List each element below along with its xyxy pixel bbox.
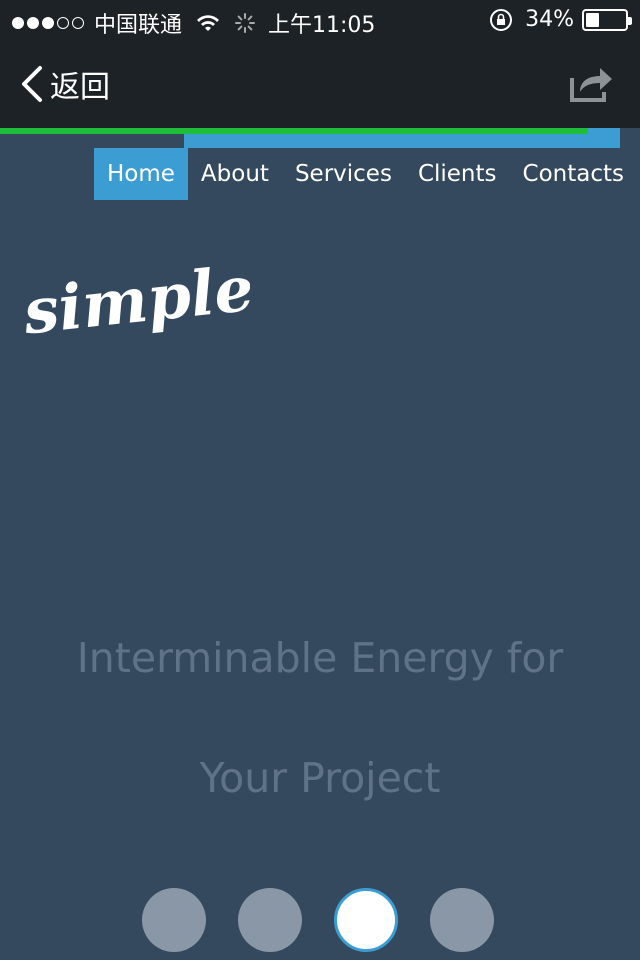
battery-icon (582, 8, 632, 31)
rotation-lock-icon (490, 8, 513, 31)
menu-item-home[interactable]: Home (94, 148, 188, 200)
slider-pagination (142, 888, 494, 952)
slider-dot[interactable] (334, 888, 398, 952)
hero-headline-line1: Interminable Energy for (76, 634, 564, 682)
hero-headline-line2: Your Project (199, 754, 441, 802)
chevron-left-icon (22, 66, 42, 102)
site-logo[interactable]: simplex (20, 256, 250, 356)
menu-item-clients[interactable]: Clients (405, 148, 510, 200)
signal-dot (42, 17, 54, 29)
signal-dot (57, 17, 69, 29)
menu-item-contacts[interactable]: Contacts (510, 148, 637, 200)
status-right: 34% (489, 7, 632, 32)
menu-item-about[interactable]: About (188, 148, 282, 200)
battery-percent: 34% (525, 7, 574, 32)
status-time: 上午11:05 (268, 13, 376, 38)
slider-dot[interactable] (238, 888, 302, 952)
header-accent-bar (184, 134, 620, 148)
share-icon[interactable] (568, 64, 614, 104)
browser-nav-bar: 返回 (0, 40, 640, 128)
battery-fill (586, 12, 599, 27)
signal-strength-icon (12, 17, 84, 29)
signal-dot (12, 17, 24, 29)
slider-dot[interactable] (142, 888, 206, 952)
back-button[interactable]: 返回 (18, 62, 110, 106)
signal-dot (72, 17, 84, 29)
logo-text: simplex (20, 256, 250, 349)
menu-item-services[interactable]: Services (282, 148, 405, 200)
wifi-icon (197, 15, 220, 31)
carrier-name: 中国联通 (94, 13, 183, 38)
battery-tip (628, 16, 632, 25)
activity-spinner-icon (235, 13, 256, 33)
slider-dot[interactable] (430, 888, 494, 952)
back-label: 返回 (50, 70, 110, 105)
status-left: 中国联通 (12, 7, 256, 39)
status-bar: 中国联通 上午11:05 34% (0, 0, 640, 40)
site-nav-menu: Home About Services Clients Contacts (94, 148, 637, 200)
signal-dot (27, 17, 39, 29)
